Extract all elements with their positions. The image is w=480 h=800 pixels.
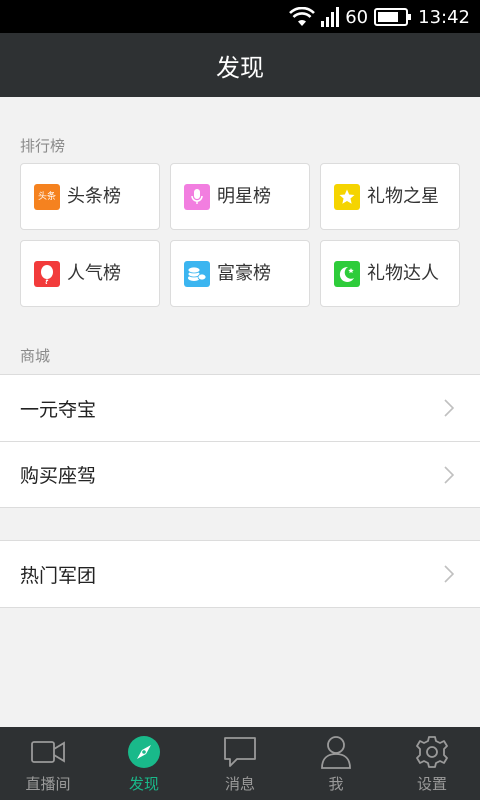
coins-icon — [184, 261, 210, 287]
chevron-right-icon — [444, 565, 454, 583]
tab-label: 消息 — [224, 775, 255, 793]
ranking-card-label: 人气榜 — [67, 263, 121, 284]
tab-me[interactable]: 我 — [288, 727, 384, 800]
signal-text: 60 — [345, 6, 369, 28]
ranking-section-label: 排行榜 — [20, 137, 66, 155]
headline-icon: 头条 — [34, 184, 60, 210]
list-item-label: 购买座驾 — [20, 465, 97, 487]
ranking-card-label: 明星榜 — [217, 186, 271, 207]
tab-settings[interactable]: 设置 — [384, 727, 480, 800]
moon-star-icon — [334, 261, 360, 287]
ranking-card-label: 头条榜 — [67, 186, 121, 207]
headline-icon-text: 头条 — [37, 192, 56, 202]
balloon-icon — [34, 261, 60, 287]
microphone-icon — [184, 184, 210, 210]
ranking-card-wealth[interactable]: 富豪榜 — [170, 240, 310, 307]
tab-label: 发现 — [128, 775, 159, 793]
battery-icon — [374, 8, 412, 26]
mall-item-one-yuan[interactable]: 一元夺宝 — [0, 375, 480, 441]
chevron-right-icon — [444, 466, 454, 484]
ranking-card-stars[interactable]: 明星榜 — [170, 163, 310, 230]
chat-bubble-icon — [222, 735, 258, 769]
cell-signal-icon — [321, 7, 340, 27]
video-camera-icon — [30, 735, 66, 769]
ranking-card-label: 富豪榜 — [217, 263, 271, 284]
header-bar: 发现 — [0, 33, 480, 97]
mall-item-buy-car[interactable]: 购买座驾 — [0, 441, 480, 507]
list-item-label: 热门军团 — [20, 564, 97, 587]
tab-label: 直播间 — [25, 775, 71, 793]
tab-discover[interactable]: 发现 — [96, 727, 192, 800]
tab-label: 我 — [328, 775, 344, 793]
groups-list: 热门军团 — [0, 540, 480, 608]
tab-messages[interactable]: 消息 — [192, 727, 288, 800]
groups-item-hot[interactable]: 热门军团 — [0, 541, 480, 607]
star-icon — [334, 184, 360, 210]
ranking-card-gift-master[interactable]: 礼物达人 — [320, 240, 460, 307]
ranking-card-label: 礼物之星 — [367, 186, 439, 207]
gear-icon — [414, 735, 450, 769]
status-time: 13:42 — [418, 6, 470, 28]
ranking-card-gift-star[interactable]: 礼物之星 — [320, 163, 460, 230]
page-title: 发现 — [216, 53, 264, 82]
bottom-tab-bar: 直播间 发现 消息 我 设置 — [0, 727, 480, 800]
mall-section-label: 商城 — [20, 347, 51, 365]
status-bar: 60 13:42 — [0, 0, 480, 33]
ranking-card-label: 礼物达人 — [367, 263, 439, 284]
chevron-right-icon — [444, 399, 454, 417]
ranking-card-headline[interactable]: 头条 头条榜 — [20, 163, 160, 230]
mall-list: 一元夺宝 购买座驾 — [0, 374, 480, 508]
tab-live-room[interactable]: 直播间 — [0, 727, 96, 800]
tab-label: 设置 — [416, 775, 447, 793]
person-icon — [318, 735, 354, 769]
list-item-label: 一元夺宝 — [20, 398, 97, 421]
wifi-icon — [289, 7, 316, 26]
compass-icon — [126, 735, 162, 769]
ranking-card-popularity[interactable]: 人气榜 — [20, 240, 160, 307]
